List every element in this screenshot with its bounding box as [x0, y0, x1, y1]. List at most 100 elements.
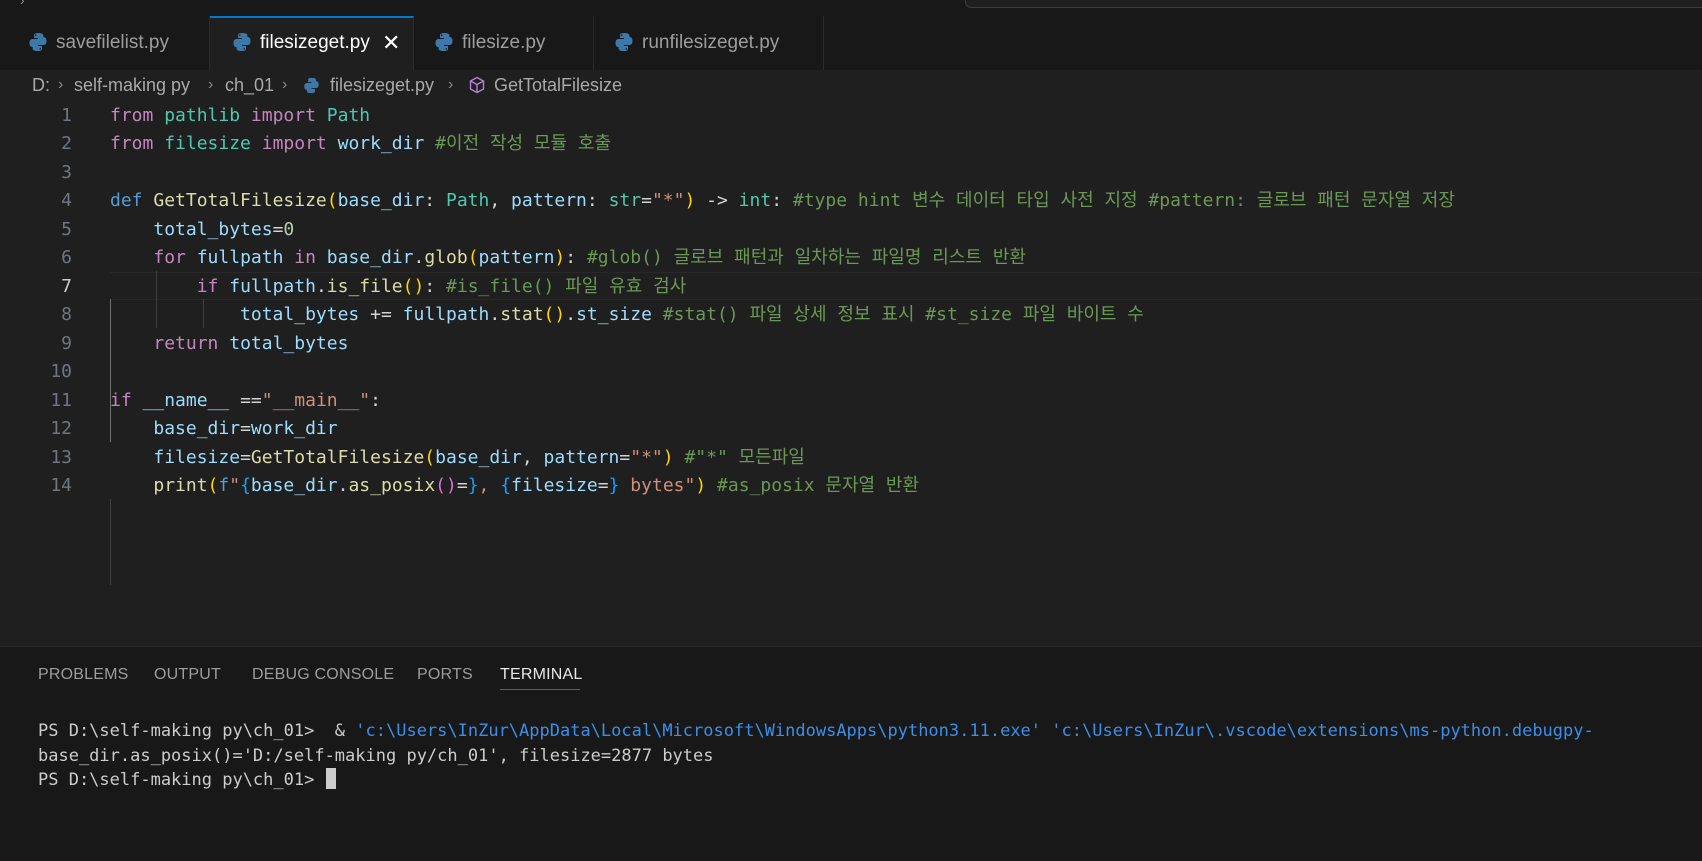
terminal-path: 'c:\Users\InZur\AppData\Local\Microsoft\… — [355, 721, 1042, 741]
breadcrumb-subfolder[interactable]: ch_01 — [225, 70, 274, 100]
chevron-right-icon: › — [282, 76, 288, 93]
code-editor[interactable]: 1 2 3 4 5 6 7 8 9 10 11 12 13 14 from pa… — [0, 100, 1702, 646]
code-line-9[interactable]: return total_bytes — [110, 330, 348, 359]
module-name: pathlib — [164, 105, 241, 126]
code-line-6[interactable]: for fullpath in base_dir.glob(pattern): … — [110, 244, 1026, 273]
breadcrumb-file[interactable]: filesizeget.py — [330, 70, 434, 100]
tab-debug-console[interactable]: DEBUG CONSOLE — [252, 666, 394, 684]
variable: fullpath — [196, 247, 284, 268]
command-center[interactable] — [965, 0, 1702, 8]
python-file-icon — [615, 33, 633, 51]
variable: base_dir — [250, 475, 338, 496]
code-line-14[interactable]: print(f"{base_dir.as_posix()=}, {filesiz… — [110, 472, 919, 501]
line-number-current: 7 — [61, 276, 72, 297]
breadcrumb: D: › self-making py › ch_01 › filesizege… — [0, 70, 1702, 100]
line-number: 6 — [61, 247, 72, 268]
chevron-icon: › — [20, 0, 25, 8]
tab-terminal[interactable]: TERMINAL — [500, 666, 583, 684]
code-line-11[interactable]: if __name__ =="__main__": — [110, 387, 381, 416]
title-bar: › — [0, 0, 1702, 16]
breadcrumb-folder[interactable]: self-making py — [74, 70, 190, 100]
chevron-right-icon: › — [448, 76, 454, 93]
module-name: filesize — [164, 133, 251, 154]
tab-problems[interactable]: PROBLEMS — [38, 666, 129, 684]
line-number: 13 — [50, 447, 72, 468]
close-icon[interactable]: ✕ — [382, 18, 400, 68]
code-line-12[interactable]: base_dir=work_dir — [110, 415, 337, 444]
method-name: glob — [424, 247, 468, 268]
python-file-icon — [304, 77, 319, 94]
line-number: 1 — [61, 105, 72, 126]
terminal-line[interactable]: PS D:\self-making py\ch_01> — [38, 768, 336, 792]
code-line-7[interactable]: if fullpath.is_file(): #is_file() 파일 유효 … — [110, 273, 687, 302]
terminal-path: 'c:\Users\InZur\.vscode\extensions\ms-py… — [1051, 721, 1594, 741]
string: "*" — [630, 447, 663, 468]
tab-label: filesize.py — [462, 32, 546, 53]
code-line-8[interactable]: total_bytes += fullpath.stat().st_size #… — [110, 301, 1144, 330]
code-line-4[interactable]: def GetTotalFilesize(base_dir: Path, pat… — [110, 187, 1455, 216]
tab-filesize[interactable]: filesize.py — [414, 16, 594, 70]
parameter: pattern — [543, 447, 620, 468]
terminal-prompt: PS D:\self-making py\ch_01> — [38, 770, 325, 790]
tab-ports[interactable]: PORTS — [417, 666, 473, 684]
breadcrumb-symbol[interactable]: GetTotalFilesize — [494, 70, 622, 100]
breadcrumb-drive[interactable]: D: — [32, 70, 50, 100]
terminal-cursor — [325, 768, 336, 789]
method-name: as_posix — [348, 475, 436, 496]
cube-icon — [469, 76, 485, 94]
tab-filesizeget[interactable]: filesizeget.py ✕ — [210, 16, 414, 71]
tab-label: savefilelist.py — [56, 32, 169, 53]
variable: base_dir — [326, 247, 414, 268]
function-name: GetTotalFilesize — [153, 190, 327, 211]
keyword: for — [153, 247, 186, 268]
comment: #이전 작성 모듈 호출 — [435, 133, 611, 154]
code-line-5[interactable]: total_bytes=0 — [110, 216, 294, 245]
comment: #is_file() 파일 유효 검사 — [446, 276, 687, 297]
terminal-output: base_dir.as_posix()='D:/self-making py/c… — [38, 746, 714, 766]
chevron-right-icon: › — [208, 76, 214, 93]
keyword: def — [110, 190, 143, 211]
active-tab-indicator — [500, 689, 580, 690]
variable: total_bytes — [229, 333, 349, 354]
variable: total_bytes — [153, 219, 273, 240]
parameter: pattern — [511, 190, 587, 211]
operator: = — [272, 219, 284, 240]
keyword: from — [110, 133, 154, 154]
terminal-line[interactable]: PS D:\self-making py\ch_01> & 'c:\Users\… — [38, 719, 1594, 743]
type-name: int — [738, 190, 772, 211]
method-name: is_file — [326, 276, 403, 297]
code-line-13[interactable]: filesize=GetTotalFilesize(base_dir, patt… — [110, 444, 805, 473]
method-name: stat — [500, 304, 544, 325]
line-number: 11 — [50, 390, 72, 411]
tab-label: runfilesizeget.py — [642, 32, 780, 53]
line-number: 2 — [61, 133, 72, 154]
keyword: in — [294, 247, 316, 268]
variable: fullpath — [402, 304, 490, 325]
code-line-2[interactable]: from filesize import work_dir #이전 작성 모듈 … — [110, 130, 611, 159]
comment: #as_posix 문자열 반환 — [717, 475, 920, 496]
line-number: 3 — [61, 162, 72, 183]
tab-output[interactable]: OUTPUT — [154, 666, 221, 684]
function-name: GetTotalFilesize — [250, 447, 425, 468]
string: "*" — [651, 190, 685, 211]
code-line-1[interactable]: from pathlib import Path — [110, 102, 370, 131]
variable: filesize — [511, 475, 598, 496]
line-number: 14 — [50, 475, 72, 496]
keyword: import — [250, 105, 316, 126]
parameter: base_dir — [337, 190, 425, 211]
python-file-icon — [29, 33, 47, 51]
string-prefix: f — [218, 475, 230, 496]
tab-savefilelist[interactable]: savefilelist.py — [0, 16, 210, 70]
function-name: print — [153, 475, 208, 496]
line-number: 12 — [50, 418, 72, 439]
operator: -> — [706, 190, 728, 211]
chevron-right-icon: › — [58, 76, 64, 93]
number: 0 — [283, 219, 295, 240]
line-number: 8 — [61, 304, 72, 325]
type-name: str — [608, 190, 642, 211]
keyword: if — [196, 276, 219, 297]
tab-runfilesizeget[interactable]: runfilesizeget.py — [594, 16, 824, 70]
line-number: 10 — [50, 361, 72, 382]
string: "__main__" — [261, 390, 371, 411]
comment: #"*" 모든파일 — [684, 447, 805, 468]
